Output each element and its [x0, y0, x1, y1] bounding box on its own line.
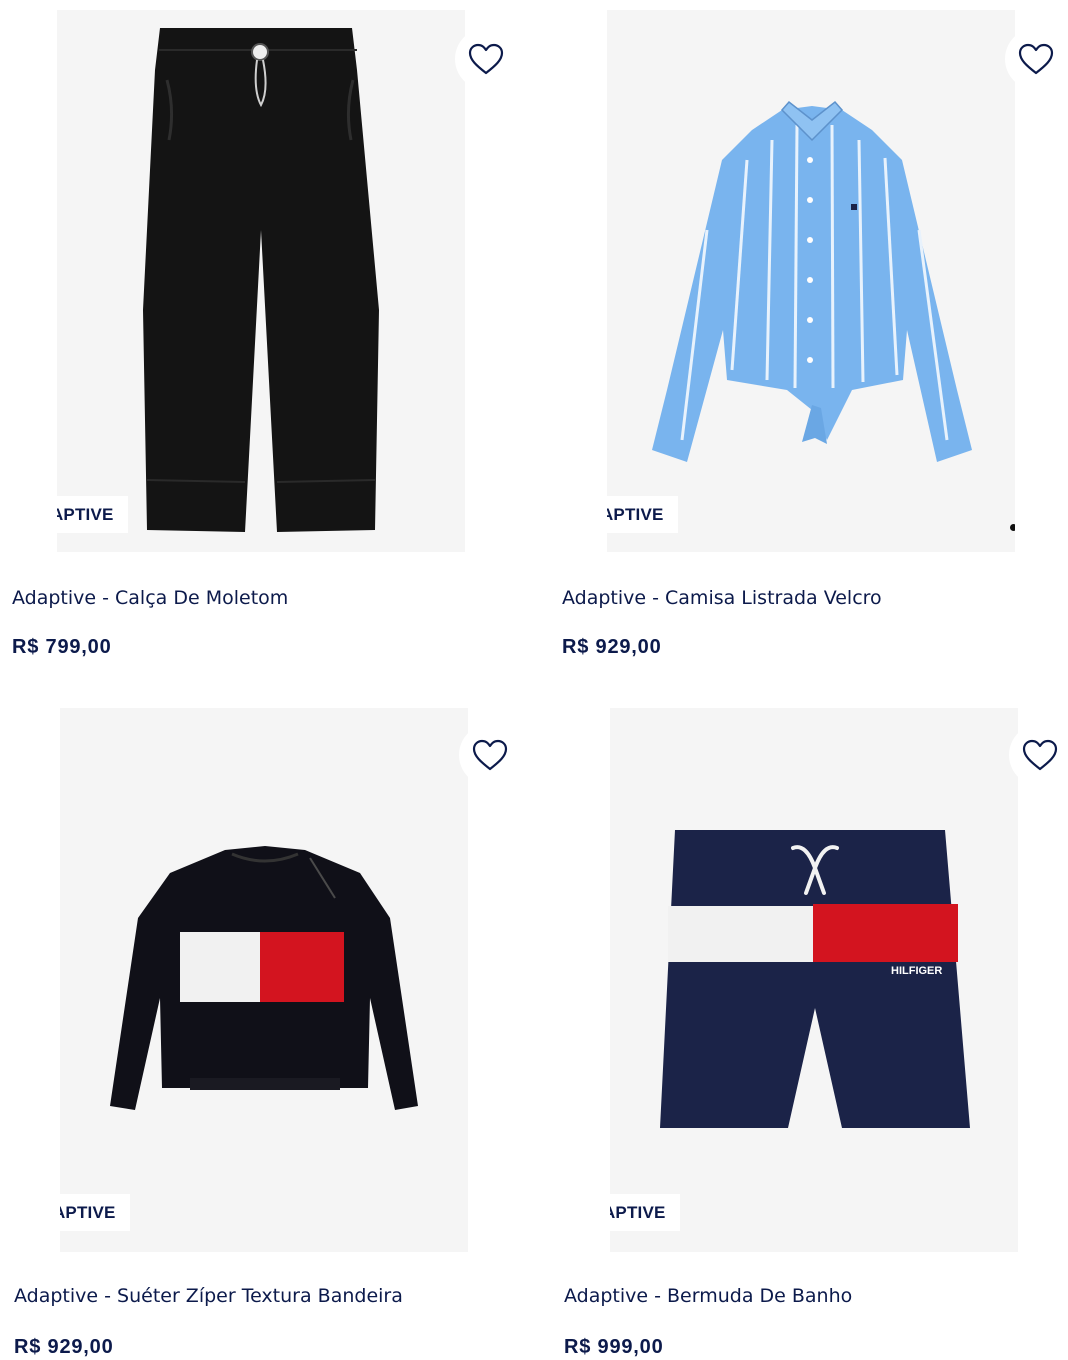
product-price: R$ 799,00	[12, 636, 112, 658]
adaptive-badge: ADAPTIVE	[610, 1194, 680, 1231]
wishlist-button[interactable]	[455, 28, 517, 90]
pants-icon	[143, 28, 379, 532]
swim-shorts-icon: HILFIGER	[660, 830, 970, 1128]
product-image[interactable]: ADAPTIVE	[607, 10, 1015, 552]
heart-icon	[1022, 739, 1058, 771]
adaptive-badge: ADAPTIVE	[57, 496, 128, 533]
heart-icon	[468, 43, 504, 75]
product-card[interactable]: ADAPTIVE Adaptive - Suéter Zíper Textura…	[0, 700, 534, 1360]
sweater-icon	[110, 846, 418, 1110]
product-card[interactable]: ADAPTIVE Adaptive - Camisa Listrada Velc…	[550, 0, 1068, 680]
product-card[interactable]: ADAPTIVE Adaptive - Calça De Moletom R$ …	[0, 0, 534, 680]
heart-icon	[472, 739, 508, 771]
image-carousel-dots[interactable]	[1010, 524, 1015, 531]
wishlist-button[interactable]	[1009, 724, 1068, 786]
carousel-dot-active[interactable]	[1010, 524, 1015, 531]
adaptive-badge: ADAPTIVE	[607, 496, 678, 533]
product-title[interactable]: Adaptive - Bermuda De Banho	[564, 1285, 852, 1307]
wishlist-button[interactable]	[459, 724, 521, 786]
shirt-icon	[652, 100, 972, 462]
brand-logo-text: HILFIGER	[891, 965, 942, 977]
product-title[interactable]: Adaptive - Calça De Moletom	[12, 587, 288, 609]
product-price: R$ 999,00	[564, 1336, 664, 1358]
product-image[interactable]: HILFIGER ADAPTIVE	[610, 708, 1018, 1252]
product-card[interactable]: HILFIGER ADAPTIVE Adaptive - Bermuda De …	[550, 700, 1068, 1360]
product-price: R$ 929,00	[562, 636, 662, 658]
wishlist-button[interactable]	[1005, 28, 1067, 90]
product-image[interactable]: ADAPTIVE	[60, 708, 468, 1252]
product-image[interactable]: ADAPTIVE	[57, 10, 465, 552]
adaptive-badge: ADAPTIVE	[60, 1194, 130, 1231]
heart-icon	[1018, 43, 1054, 75]
product-title[interactable]: Adaptive - Suéter Zíper Textura Bandeira	[14, 1285, 403, 1307]
product-price: R$ 929,00	[14, 1336, 114, 1358]
product-title[interactable]: Adaptive - Camisa Listrada Velcro	[562, 587, 882, 609]
